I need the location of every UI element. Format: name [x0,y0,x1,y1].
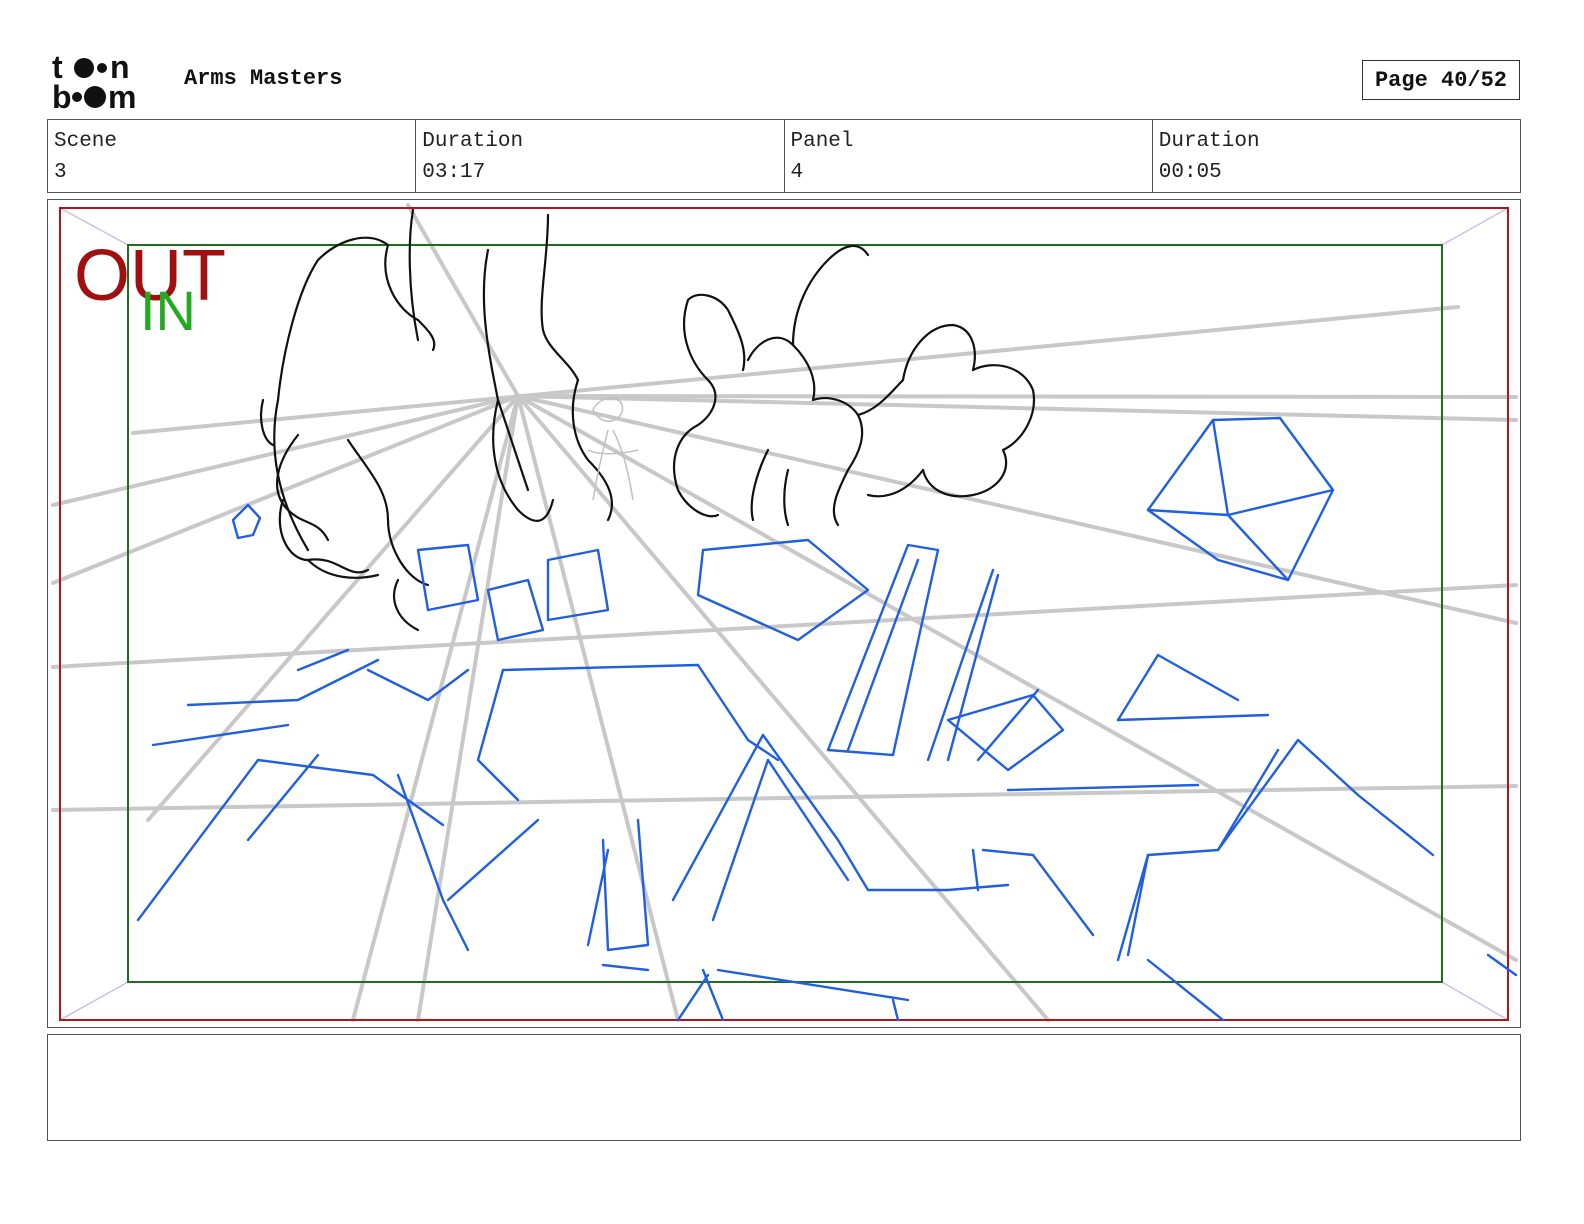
scene-duration-value: 03:17 [422,161,486,184]
in-label: IN [140,279,196,342]
panel-drawing: OUT IN [51,203,1518,1022]
toon-boom-logo: t n b m [52,52,136,112]
svg-text:b: b [52,79,72,112]
panel-cell: Panel 4 [785,120,1153,192]
panel-value: 4 [790,161,804,184]
storyboard-panel: OUT IN [47,199,1521,1028]
panel-duration-cell: Duration 00:05 [1153,120,1520,192]
panel-notes-box[interactable] [47,1034,1521,1141]
smoke-cloud-sketch [259,208,1036,632]
svg-text:m: m [108,79,136,112]
scene-label: Scene [54,130,118,153]
scene-duration-label: Duration [422,130,524,153]
page-indicator: Page 40/52 [1362,60,1520,100]
scene-info-table: Scene 3 Duration 03:17 Panel 4 Duration … [47,119,1521,193]
scene-cell: Scene 3 [48,120,417,192]
scene-duration-cell: Duration 03:17 [416,120,785,192]
debris-sketch [136,416,1518,1022]
perspective-guides [51,203,1518,1022]
corner-guides [59,207,1509,1021]
panel-label: Panel [790,130,854,153]
scene-value: 3 [54,161,67,184]
panel-duration-value: 00:05 [1158,161,1222,184]
out-frame [59,207,1509,1021]
panel-duration-label: Duration [1158,130,1260,153]
project-title: Arms Masters [184,66,343,91]
in-frame [127,244,1443,983]
